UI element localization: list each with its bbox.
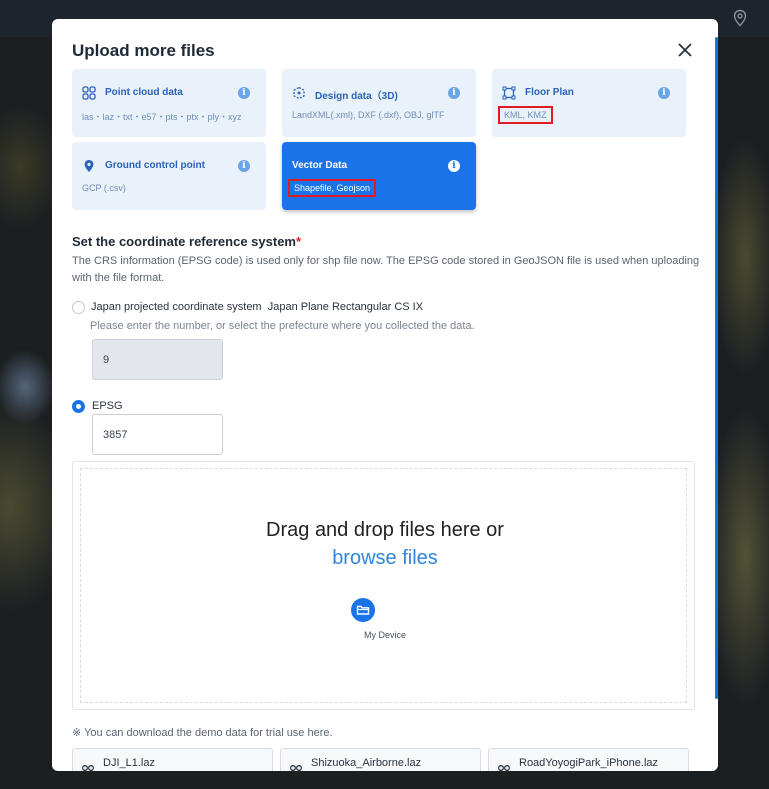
demo-note: ※ You can download the demo data for tri… <box>72 727 333 739</box>
folder-icon <box>356 605 370 615</box>
my-device-label: My Device <box>363 630 406 640</box>
info-icon[interactable]: i <box>448 160 460 172</box>
radio-japan-crs-label: Japan projected coordinate system Japan … <box>91 301 424 313</box>
point-cloud-icon <box>498 765 510 771</box>
radio-japan-crs-value: Japan Plane Rectangular CS IX <box>267 301 424 313</box>
close-icon[interactable] <box>676 41 694 59</box>
radio-epsg-label: EPSG <box>92 400 123 412</box>
demo-file-name: RoadYoyogiPark_iPhone.laz <box>519 757 659 769</box>
required-mark: * <box>295 234 302 249</box>
radio-japan-crs[interactable] <box>72 301 85 314</box>
card-point-cloud-data[interactable]: Point cloud data i las・laz・txt・e57・pts・p… <box>72 69 266 137</box>
crs-hint: Please enter the number, or select the p… <box>90 320 475 332</box>
location-pin-icon <box>84 160 94 172</box>
info-icon[interactable]: i <box>238 160 250 172</box>
card-floor-plan[interactable]: Floor Plan i KML, KMZ <box>492 69 686 137</box>
card-formats: LandXML(.xml), DXF (.dxf), OBJ, glTF <box>292 110 445 120</box>
card-formats: GCP (.csv) <box>82 183 126 193</box>
cube-icon <box>293 86 305 100</box>
demo-file-button[interactable]: RoadYoyogiPark_iPhone.laz <box>488 748 689 771</box>
crs-section-title: Set the coordinate reference system* <box>72 234 302 249</box>
demo-file-name: DJI_L1.laz <box>103 757 155 769</box>
floor-plan-icon <box>502 86 516 100</box>
info-icon[interactable]: i <box>658 87 670 99</box>
modal-title: Upload more files <box>72 41 215 60</box>
my-device-button[interactable] <box>351 598 375 622</box>
demo-file-button[interactable]: DJI_L1.laz <box>72 748 273 771</box>
card-title: Vector Data <box>292 160 348 171</box>
point-cloud-icon <box>82 765 94 771</box>
card-title: Floor Plan <box>525 87 574 98</box>
demo-file-name: Shizuoka_Airborne.laz <box>311 757 422 769</box>
radio-epsg[interactable] <box>72 400 85 413</box>
modal-scrollbar[interactable] <box>715 37 718 699</box>
location-icon[interactable] <box>731 9 749 27</box>
upload-modal: Upload more files Point cloud data i las… <box>52 19 718 771</box>
card-ground-control-point[interactable]: Ground control point i GCP (.csv) <box>72 142 266 210</box>
card-vector-data[interactable]: Vector Data i Shapefile, Geojson <box>282 142 476 210</box>
info-icon[interactable]: i <box>448 87 460 99</box>
card-title: Design data（3D) <box>315 91 398 102</box>
browse-files-link[interactable]: browse files <box>52 547 718 570</box>
japan-zone-input[interactable] <box>92 339 223 380</box>
dropzone-text: Drag and drop files here or <box>266 519 504 541</box>
grid-icon <box>82 86 96 100</box>
epsg-input[interactable] <box>92 414 223 455</box>
card-title: Ground control point <box>105 160 205 171</box>
demo-file-button[interactable]: Shizuoka_Airborne.laz <box>280 748 481 771</box>
point-cloud-icon <box>290 765 302 771</box>
file-dropzone[interactable] <box>72 461 695 710</box>
card-formats-highlighted: Shapefile, Geojson <box>288 179 377 197</box>
card-formats-highlighted: KML, KMZ <box>498 106 553 124</box>
card-title: Point cloud data <box>105 87 183 98</box>
crs-description: The CRS information (EPSG code) is used … <box>72 255 700 284</box>
card-design-data[interactable]: Design data（3D) i LandXML(.xml), DXF (.d… <box>282 69 476 137</box>
card-formats: las・laz・txt・e57・pts・ptx・ply・xyz <box>82 112 242 122</box>
info-icon[interactable]: i <box>238 87 250 99</box>
